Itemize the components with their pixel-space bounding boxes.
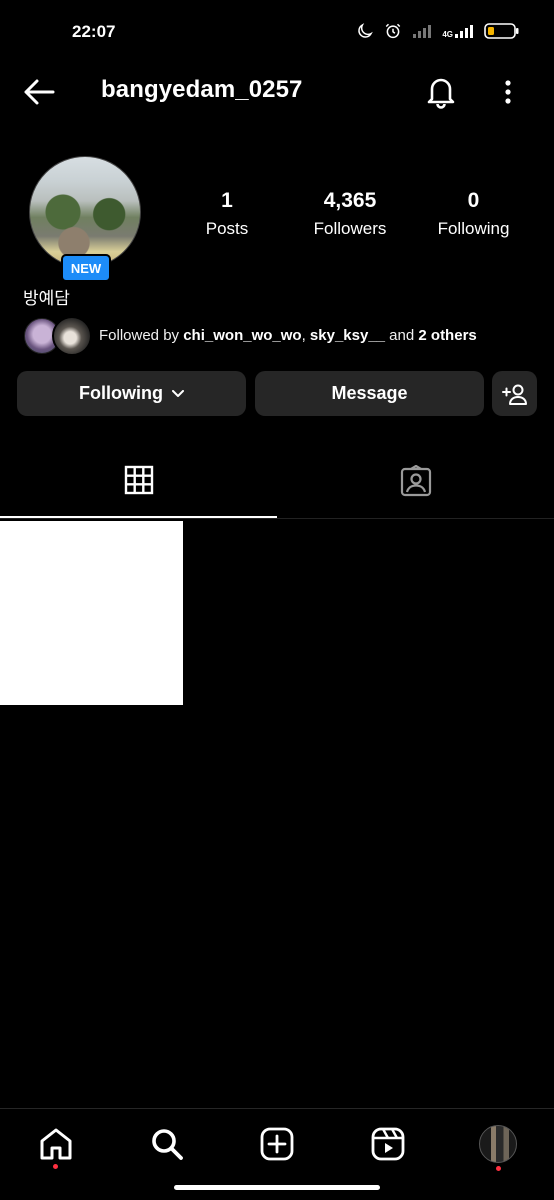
notifications-button[interactable]: [425, 75, 457, 109]
stat-followers-label: Followers: [313, 219, 387, 238]
status-icons: 4G: [356, 22, 520, 40]
back-button[interactable]: [22, 76, 56, 108]
stat-following-value: 0: [467, 189, 480, 212]
search-icon: [152, 1129, 183, 1160]
add-user-icon: [501, 384, 527, 405]
tab-tagged[interactable]: [277, 465, 554, 517]
nav-create[interactable]: [257, 1124, 297, 1164]
profile-username: bangyedam_0257: [101, 76, 303, 103]
notification-dot: [496, 1166, 501, 1171]
status-time: 22:07: [72, 22, 116, 41]
nav-profile[interactable]: [478, 1124, 518, 1164]
nav-home[interactable]: [36, 1124, 76, 1164]
alarm-icon: [386, 23, 401, 39]
home-indicator[interactable]: [174, 1185, 380, 1190]
stat-followers-value: 4,365: [323, 189, 377, 212]
nav-search[interactable]: [147, 1124, 187, 1164]
stat-posts-value: 1: [221, 189, 233, 212]
display-name: 방예담: [23, 289, 70, 308]
bell-icon: [427, 78, 455, 109]
following-button[interactable]: Following: [17, 371, 246, 416]
profile-avatar[interactable]: [29, 156, 141, 268]
grid-icon: [124, 465, 153, 495]
post-thumbnail[interactable]: [0, 521, 183, 705]
network-label: 4G: [442, 30, 453, 39]
followed-by-and: and: [385, 327, 419, 344]
create-icon: [260, 1127, 294, 1161]
stat-posts[interactable]: 1 Posts: [194, 188, 260, 239]
signal-icon: [455, 25, 473, 38]
followed-by-prefix: Followed by: [99, 327, 184, 344]
tagged-icon: [400, 465, 431, 497]
home-icon: [40, 1128, 72, 1160]
followed-by-text[interactable]: Followed by chi_won_wo_wo, sky_ksy__ and…: [99, 327, 477, 344]
nav-reels[interactable]: [368, 1124, 408, 1164]
mutual-follower-avatar: [52, 316, 92, 356]
avatar-image: [29, 156, 141, 268]
tab-divider: [0, 518, 554, 519]
followed-by-user: chi_won_wo_wo: [183, 327, 302, 344]
bottom-nav-divider: [0, 1108, 554, 1109]
more-vertical-icon: [505, 80, 511, 104]
stat-posts-label: Posts: [205, 219, 249, 238]
followed-by-others: 2 others: [418, 327, 477, 344]
tab-posts-grid[interactable]: [0, 465, 277, 517]
moon-icon: [358, 23, 374, 38]
battery-icon: [484, 23, 519, 39]
stat-following[interactable]: 0 Following: [427, 188, 520, 239]
message-button-label: Message: [331, 383, 408, 403]
following-button-label: Following: [79, 383, 163, 403]
stat-following-label: Following: [437, 219, 510, 238]
suggest-users-button[interactable]: [492, 371, 537, 416]
more-options-button[interactable]: [500, 78, 516, 106]
followed-by-separator: ,: [301, 327, 310, 344]
followed-by-user: sky_ksy__: [309, 327, 386, 344]
stat-followers[interactable]: 4,365 Followers: [304, 188, 396, 239]
notification-dot: [53, 1164, 58, 1169]
profile-avatar: [479, 1125, 517, 1163]
chevron-down-icon: [171, 389, 184, 397]
reels-icon: [371, 1127, 405, 1161]
new-story-badge: NEW: [61, 254, 111, 282]
signal-icon: [413, 25, 432, 38]
back-arrow-icon: [24, 79, 55, 105]
message-button[interactable]: Message: [255, 371, 484, 416]
